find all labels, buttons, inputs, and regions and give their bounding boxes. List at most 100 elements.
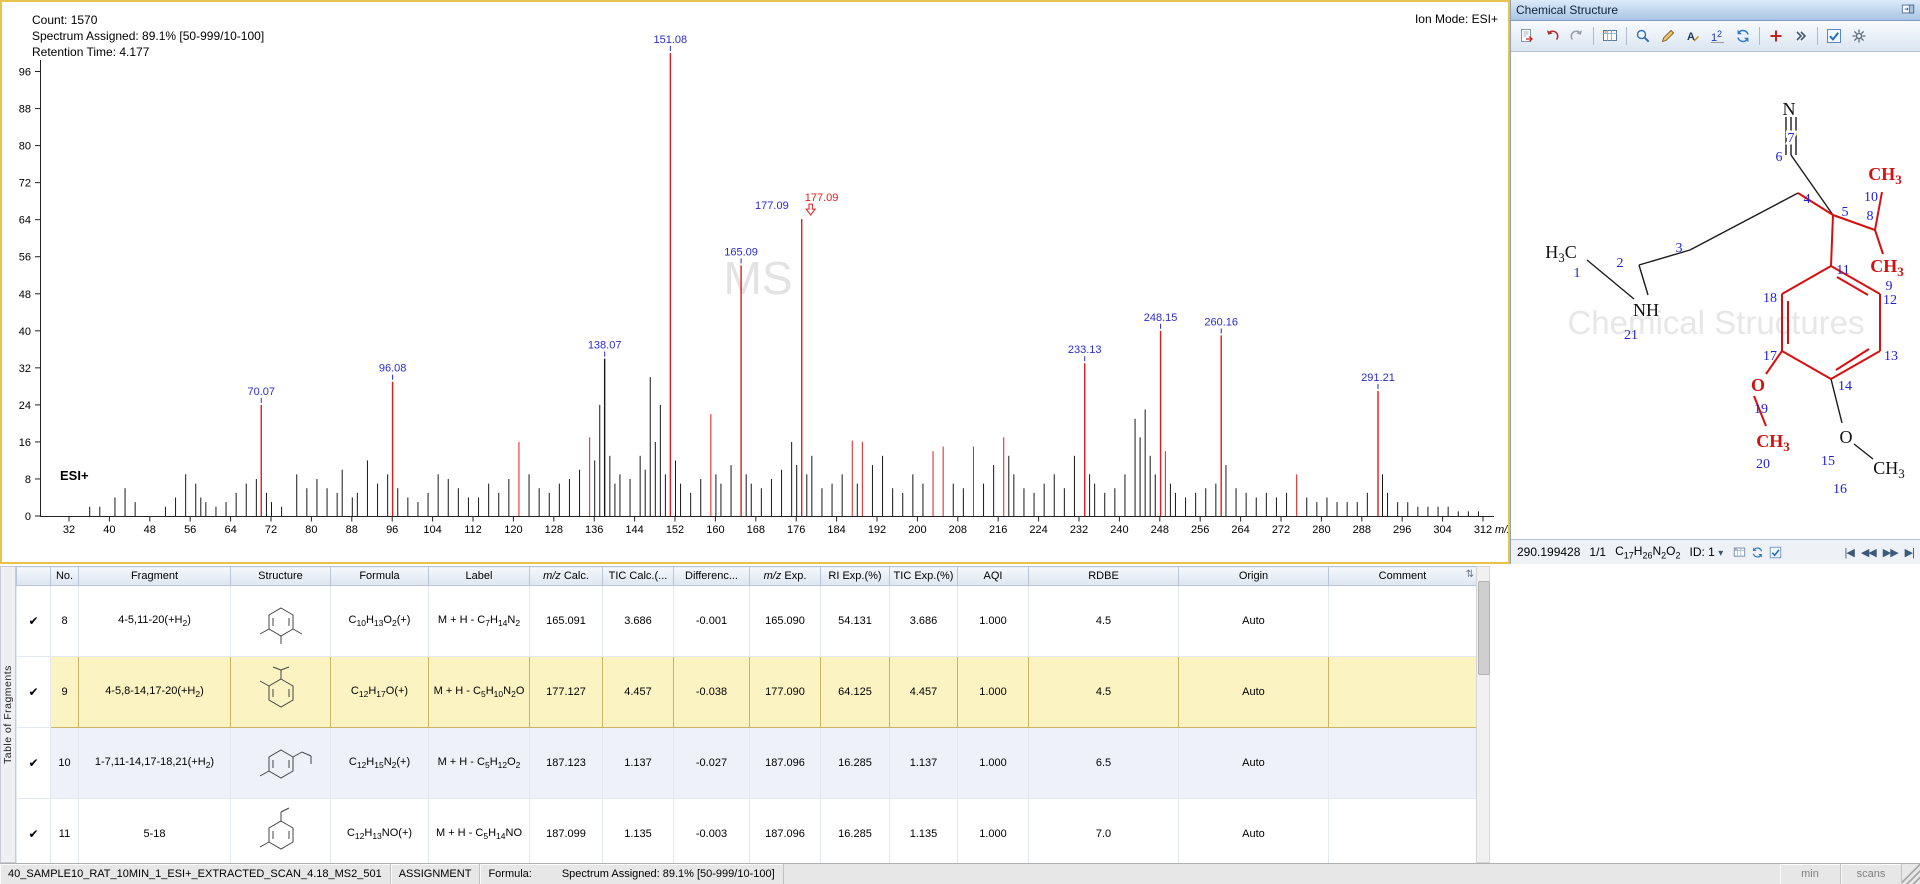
settings-button[interactable] <box>1847 24 1871 48</box>
header-comment[interactable]: Comment⇅ <box>1329 567 1477 586</box>
refresh-button[interactable] <box>1731 24 1755 48</box>
svg-text:80: 80 <box>305 524 317 536</box>
ion-mode-label: Ion Mode: ESI+ <box>1415 12 1498 26</box>
peak-label: 291.21 <box>1361 372 1395 384</box>
peak-label: 233.13 <box>1068 344 1102 356</box>
spectrum-panel: MS08162432404856647280889632404856647280… <box>0 0 1510 564</box>
svg-text:16: 16 <box>19 437 31 449</box>
header-no[interactable]: No. <box>51 567 79 586</box>
cell-ri-exp: 54.131 <box>821 586 890 657</box>
nav-prev-button[interactable]: ◀◀ <box>1861 546 1876 559</box>
fragment-structure-thumbnail <box>245 805 317 861</box>
refresh-button[interactable] <box>1751 546 1764 559</box>
check-structure-icon <box>1769 546 1782 559</box>
atom-label: O <box>1840 427 1853 447</box>
column-filter-icon[interactable]: ⇅ <box>1466 569 1474 580</box>
row-checkbox[interactable]: ✔ <box>28 827 38 841</box>
fragment-row-10[interactable]: ✔101-7,11-14,17-18,21(+H2)C12H15N2(+)M +… <box>17 728 1477 799</box>
peak-label: 138.07 <box>588 340 622 352</box>
peak-label: 165.09 <box>724 246 758 258</box>
svg-text:120: 120 <box>504 524 522 536</box>
nav-last-button[interactable]: ▶| <box>1905 546 1914 559</box>
svg-text:200: 200 <box>908 524 926 536</box>
atom-label-button[interactable]: A <box>1681 24 1705 48</box>
cell-fragment: 4-5,11-20(+H2) <box>79 586 231 657</box>
fragment-row-8[interactable]: ✔84-5,11-20(+H2)C10H13O2(+)M + H - C7H14… <box>17 586 1477 657</box>
cell-no: 8 <box>51 586 79 657</box>
periodic-table-button[interactable] <box>1733 546 1746 559</box>
header-m-z-calc[interactable]: m/z Calc. <box>530 567 603 586</box>
add-button[interactable] <box>1764 24 1788 48</box>
svg-text:304: 304 <box>1433 524 1451 536</box>
redo-button[interactable] <box>1565 24 1589 48</box>
cell-rdbe: 4.5 <box>1029 586 1179 657</box>
cell-fragment: 5-18 <box>79 799 231 870</box>
cell-comment <box>1329 657 1477 728</box>
structure-canvas[interactable]: Chemical StructuresNCH3​CH3​H3​CNHOCH3​O… <box>1511 52 1920 539</box>
svg-text:88: 88 <box>19 104 31 116</box>
cell-aqi: 1.000 <box>958 657 1029 728</box>
header-origin[interactable]: Origin <box>1179 567 1329 586</box>
atom-number: 8 <box>1867 209 1874 224</box>
resize-grip[interactable] <box>1902 864 1920 884</box>
scrollbar-thumb[interactable] <box>1478 581 1490 675</box>
svg-text:128: 128 <box>545 524 563 536</box>
cell-structure <box>231 657 331 728</box>
svg-text:256: 256 <box>1191 524 1209 536</box>
row-checkbox[interactable]: ✔ <box>28 685 38 699</box>
mass-spectrum-chart[interactable]: MS08162432404856647280889632404856647280… <box>2 2 1508 561</box>
svg-text:104: 104 <box>423 524 441 536</box>
check-structure-button[interactable] <box>1769 546 1782 559</box>
fragment-row-11[interactable]: ✔115-18C12H13NO(+)M + H - C5H14NO187.099… <box>17 799 1477 870</box>
svg-text:40: 40 <box>103 524 115 536</box>
cell-mz-exp: 165.090 <box>750 586 821 657</box>
header-formula[interactable]: Formula <box>331 567 429 586</box>
header-label[interactable]: Label <box>429 567 530 586</box>
atom-number: 1 <box>1574 266 1581 281</box>
atom-number: 9 <box>1886 279 1893 294</box>
svg-text:m/z: m/z <box>1495 524 1508 536</box>
pencil-button[interactable] <box>1656 24 1680 48</box>
bond <box>1831 215 1833 266</box>
molecule-formula: C17H26N2O2 <box>1615 544 1680 560</box>
peak-label: 177.09 <box>755 200 789 212</box>
row-checkbox[interactable]: ✔ <box>28 756 38 770</box>
table-of-fragments-tab[interactable]: Table of Fragments <box>0 566 16 863</box>
dock-button[interactable] <box>1901 2 1915 19</box>
zoom-button[interactable] <box>1631 24 1655 48</box>
refresh-icon <box>1751 546 1764 559</box>
header-rdbe[interactable]: RDBE <box>1029 567 1179 586</box>
svg-text:80: 80 <box>19 141 31 153</box>
fragment-row-9[interactable]: ✔94-5,8-14,17-20(+H2)C12H17O(+)M + H - C… <box>17 657 1477 728</box>
check-structure-button[interactable] <box>1822 24 1846 48</box>
row-checkbox[interactable]: ✔ <box>28 614 38 628</box>
undo-button[interactable] <box>1540 24 1564 48</box>
atom-label: CH3​ <box>1870 256 1904 279</box>
overflow-button[interactable] <box>1789 24 1813 48</box>
header-aqi[interactable]: AQI <box>958 567 1029 586</box>
svg-text:72: 72 <box>19 178 31 190</box>
header-tic-calc[interactable]: TIC Calc.(... <box>603 567 674 586</box>
bond <box>1782 351 1831 379</box>
retention-time-label: Retention Time: 4.177 <box>32 44 264 60</box>
svg-text:312: 312 <box>1474 524 1492 536</box>
header-ri-exp-%[interactable]: RI Exp.(%) <box>821 567 890 586</box>
nav-next-button[interactable]: ▶▶ <box>1883 546 1898 559</box>
cell-aqi: 1.000 <box>958 799 1029 870</box>
periodic-table-button[interactable] <box>1598 24 1622 48</box>
header-structure[interactable]: Structure <box>231 567 331 586</box>
structure-toolbar: A12 <box>1511 21 1920 52</box>
peak-label: 96.08 <box>379 363 407 375</box>
svg-text:32: 32 <box>63 524 75 536</box>
cell-comment <box>1329 728 1477 799</box>
numbering-button[interactable]: 12 <box>1706 24 1730 48</box>
nav-first-button[interactable]: |◀ <box>1845 546 1854 559</box>
header-tic-exp-%[interactable]: TIC Exp.(%) <box>890 567 958 586</box>
header-differenc[interactable]: Differenc... <box>674 567 750 586</box>
structure-id-dropdown[interactable]: ID: 1 ▾ <box>1690 545 1724 559</box>
svg-text:48: 48 <box>19 289 31 301</box>
export-button[interactable] <box>1515 24 1539 48</box>
header-fragment[interactable]: Fragment <box>79 567 231 586</box>
header-m-z-exp[interactable]: m/z Exp. <box>750 567 821 586</box>
table-scrollbar[interactable] <box>1476 566 1490 863</box>
